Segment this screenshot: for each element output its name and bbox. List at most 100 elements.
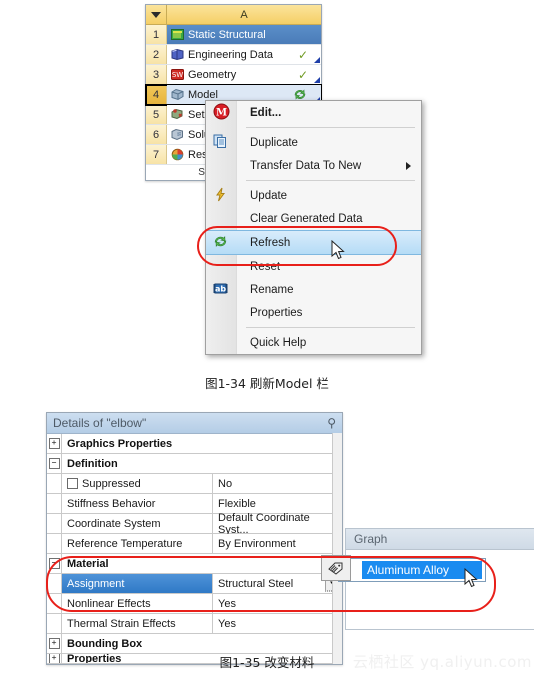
menu-item-label: Reset (250, 260, 281, 273)
details-row-nonlinear-effects[interactable]: Nonlinear Effects Yes (47, 594, 342, 614)
menu-item-quick-help[interactable]: Quick Help (206, 331, 421, 354)
row-number: 1 (146, 25, 167, 44)
assignment-value-label: Structural Steel (218, 577, 294, 590)
menu-separator (246, 127, 415, 128)
dropdown-option-aluminum-alloy[interactable]: Aluminum Alloy (362, 561, 482, 579)
menu-separator (246, 327, 415, 328)
collapse-icon: − (48, 558, 60, 569)
engineering-data-icon (171, 48, 184, 61)
menu-item-label: Refresh (250, 236, 291, 249)
property-value[interactable]: Yes (213, 594, 342, 613)
details-row-reference-temperature[interactable]: Reference Temperature By Environment (47, 534, 342, 554)
row-label: Static Structural (188, 28, 266, 41)
expander-cell[interactable]: − (47, 454, 62, 473)
menu-item-label: Rename (250, 283, 294, 296)
solution-icon (171, 128, 184, 141)
expander-cell[interactable]: − (47, 554, 62, 573)
menu-item-rename[interactable]: ab Rename (206, 278, 421, 301)
group-label: Bounding Box (67, 637, 143, 650)
rename-ab-icon: ab (213, 281, 228, 299)
checkbox-icon[interactable] (67, 478, 78, 489)
row-label: Model (188, 88, 218, 101)
details-group-bounding-box[interactable]: + Bounding Box (47, 634, 342, 654)
cell-corner-marker (314, 77, 320, 83)
menu-item-label: Duplicate (250, 136, 298, 149)
schematic-row-geometry[interactable]: 3 SW Geometry ✓ (146, 65, 321, 85)
property-key: Reference Temperature (61, 534, 213, 553)
material-tag-icon (321, 555, 351, 581)
property-key: Assignment (61, 574, 213, 593)
expander-cell[interactable]: + (47, 434, 62, 453)
details-panel-title-bar: Details of "elbow" ⚲ (47, 413, 342, 434)
expander-cell[interactable]: + (47, 634, 62, 653)
cell-corner-marker (314, 57, 320, 63)
row-number: 7 (146, 145, 167, 164)
menu-item-label: Quick Help (250, 336, 307, 349)
menu-item-clear-generated-data[interactable]: Clear Generated Data (206, 207, 421, 230)
details-group-graphics-properties[interactable]: + Graphics Properties (47, 434, 342, 454)
svg-text:M: M (216, 107, 227, 118)
figure-refresh-model: A 1 Static Structural 2 Engineering Data… (0, 0, 534, 360)
details-scrollbar[interactable] (332, 433, 342, 664)
details-row-assignment[interactable]: Assignment Structural Steel (47, 574, 342, 594)
status-check-icon: ✓ (297, 67, 308, 82)
schematic-row-static-structural[interactable]: 1 Static Structural (146, 25, 321, 45)
schematic-row-engineering-data[interactable]: 2 Engineering Data ✓ (146, 45, 321, 65)
details-group-definition[interactable]: − Definition (47, 454, 342, 474)
expand-icon: + (48, 438, 60, 449)
property-value[interactable]: No (213, 474, 342, 493)
details-row-thermal-strain-effects[interactable]: Thermal Strain Effects Yes (47, 614, 342, 634)
details-panel-title: Details of "elbow" (53, 416, 147, 430)
triangle-down-icon (151, 11, 161, 18)
status-check-icon: ✓ (297, 47, 308, 62)
static-structural-icon (171, 28, 184, 41)
property-key-label: Suppressed (82, 477, 141, 490)
figure-change-material: Graph Details of "elbow" ⚲ + Graphics Pr… (0, 408, 534, 665)
header-dropdown-cell[interactable] (146, 5, 167, 24)
property-value[interactable]: By Environment (213, 534, 342, 553)
details-row-suppressed[interactable]: Suppressed No (47, 474, 342, 494)
menu-item-transfer-data-to-new[interactable]: Transfer Data To New (206, 154, 421, 177)
details-row-coordinate-system[interactable]: Coordinate System Default Coordinate Sys… (47, 512, 342, 536)
menu-item-refresh[interactable]: Refresh (206, 230, 421, 255)
property-key: Suppressed (61, 474, 213, 493)
group-label: Material (67, 557, 109, 570)
menu-item-edit[interactable]: M Edit... (206, 101, 421, 124)
menu-item-properties[interactable]: Properties (206, 301, 421, 324)
graph-panel-title: Graph (346, 529, 534, 550)
row-number: 5 (146, 105, 167, 124)
row-number: 2 (146, 45, 167, 64)
details-panel: Details of "elbow" ⚲ + Graphics Properti… (46, 412, 343, 665)
menu-item-update[interactable]: Update (206, 184, 421, 207)
model-icon (171, 88, 184, 101)
column-header-a: A (240, 8, 248, 21)
menu-item-duplicate[interactable]: Duplicate (206, 131, 421, 154)
row-label: Geometry (188, 68, 237, 81)
model-context-menu: M Edit... Duplicate Transfer Data To New… (205, 100, 422, 355)
menu-item-label: Properties (250, 306, 303, 319)
figure-1-caption: 图1-34 刷新Model 栏 (205, 376, 329, 391)
property-value[interactable]: Flexible (213, 494, 342, 513)
menu-item-reset[interactable]: Reset (206, 255, 421, 278)
property-key: Thermal Strain Effects (61, 614, 213, 633)
group-label: Graphics Properties (67, 437, 173, 450)
svg-text:SW: SW (172, 71, 183, 79)
row-number: 3 (146, 65, 167, 84)
schematic-header-row: A (146, 5, 321, 25)
mechanical-m-icon: M (213, 103, 230, 123)
property-key: Coordinate System (61, 514, 213, 533)
property-key: Nonlinear Effects (61, 594, 213, 613)
row-number: 4 (146, 85, 167, 104)
refresh-icon (213, 234, 228, 251)
results-icon (171, 148, 184, 161)
material-dropdown-list: Aluminum Alloy (321, 555, 486, 582)
duplicate-icon (213, 134, 228, 152)
site-watermark: 云栖社区 yq.aliyun.com (352, 653, 532, 671)
menu-item-label: Update (250, 189, 288, 202)
group-label: Definition (67, 457, 118, 470)
pin-icon[interactable]: ⚲ (327, 416, 336, 430)
menu-item-label: Edit... (250, 106, 282, 119)
property-value[interactable]: Default Coordinate Syst... (213, 512, 342, 536)
property-value[interactable]: Yes (213, 614, 342, 633)
details-group-material[interactable]: − Material (47, 554, 342, 574)
